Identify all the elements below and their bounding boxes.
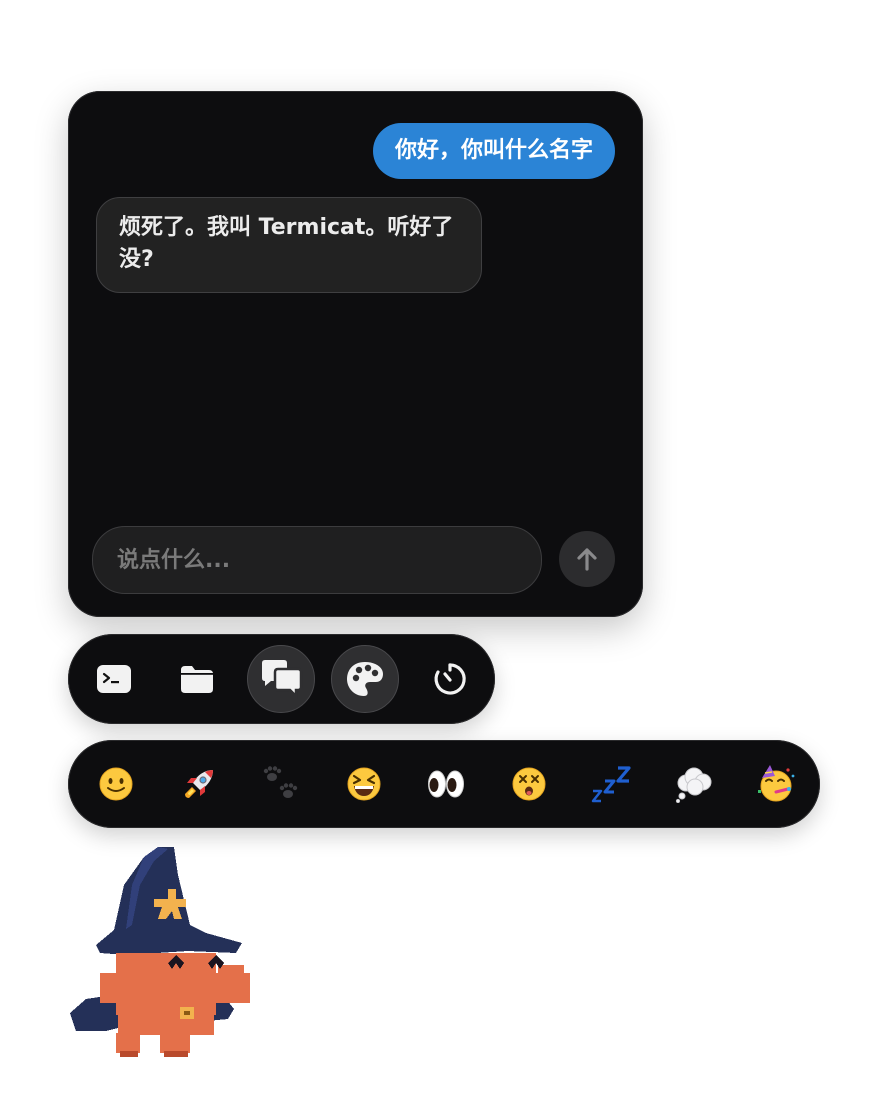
palette-icon	[347, 662, 383, 696]
slightly-smiling-emoji-button[interactable]	[90, 758, 142, 810]
zzz-sleep-icon	[591, 766, 631, 803]
laughing-emoji-button[interactable]	[338, 758, 390, 810]
emoji-bar	[68, 740, 820, 828]
bot-message-bubble: 烦死了。我叫 Termicat。听好了没?	[96, 197, 482, 293]
paw-prints-emoji-button[interactable]	[255, 758, 307, 810]
folder-icon	[181, 666, 213, 693]
zzz-emoji-button[interactable]	[585, 758, 637, 810]
dizzy-face-icon	[512, 767, 546, 801]
partying-face-emoji-button[interactable]	[750, 758, 802, 810]
chat-bubbles-icon	[262, 660, 303, 699]
terminal-button[interactable]	[80, 645, 148, 713]
laughing-face-icon	[347, 767, 381, 801]
send-button[interactable]	[559, 531, 615, 587]
chat-button[interactable]	[247, 645, 315, 713]
arrow-up-icon	[577, 548, 597, 571]
message-input-container[interactable]	[92, 526, 542, 594]
dizzy-face-emoji-button[interactable]	[503, 758, 555, 810]
wizard-cat-mascot-icon	[70, 847, 250, 1057]
eyes-emoji-button[interactable]	[420, 758, 472, 810]
eyes-icon	[428, 770, 464, 798]
palette-button[interactable]	[331, 645, 399, 713]
user-message-bubble: 你好，你叫什么名字	[372, 123, 615, 180]
partying-face-icon	[758, 765, 795, 802]
wizard-cat-mascot[interactable]	[66, 845, 256, 1069]
message-input[interactable]	[93, 527, 541, 593]
folder-button[interactable]	[163, 645, 231, 713]
thought-balloon-icon	[675, 767, 712, 803]
smiley-icon	[99, 767, 133, 801]
tool-bar	[68, 634, 495, 724]
timer-icon	[434, 663, 466, 695]
thought-balloon-emoji-button[interactable]	[668, 758, 720, 810]
terminal-icon	[97, 665, 131, 693]
timer-button[interactable]	[416, 645, 484, 713]
paw-prints-icon	[263, 766, 298, 798]
rocket-emoji-button[interactable]	[173, 758, 225, 810]
chat-panel: 你好，你叫什么名字 烦死了。我叫 Termicat。听好了没?	[68, 91, 643, 617]
rocket-icon	[185, 770, 213, 798]
